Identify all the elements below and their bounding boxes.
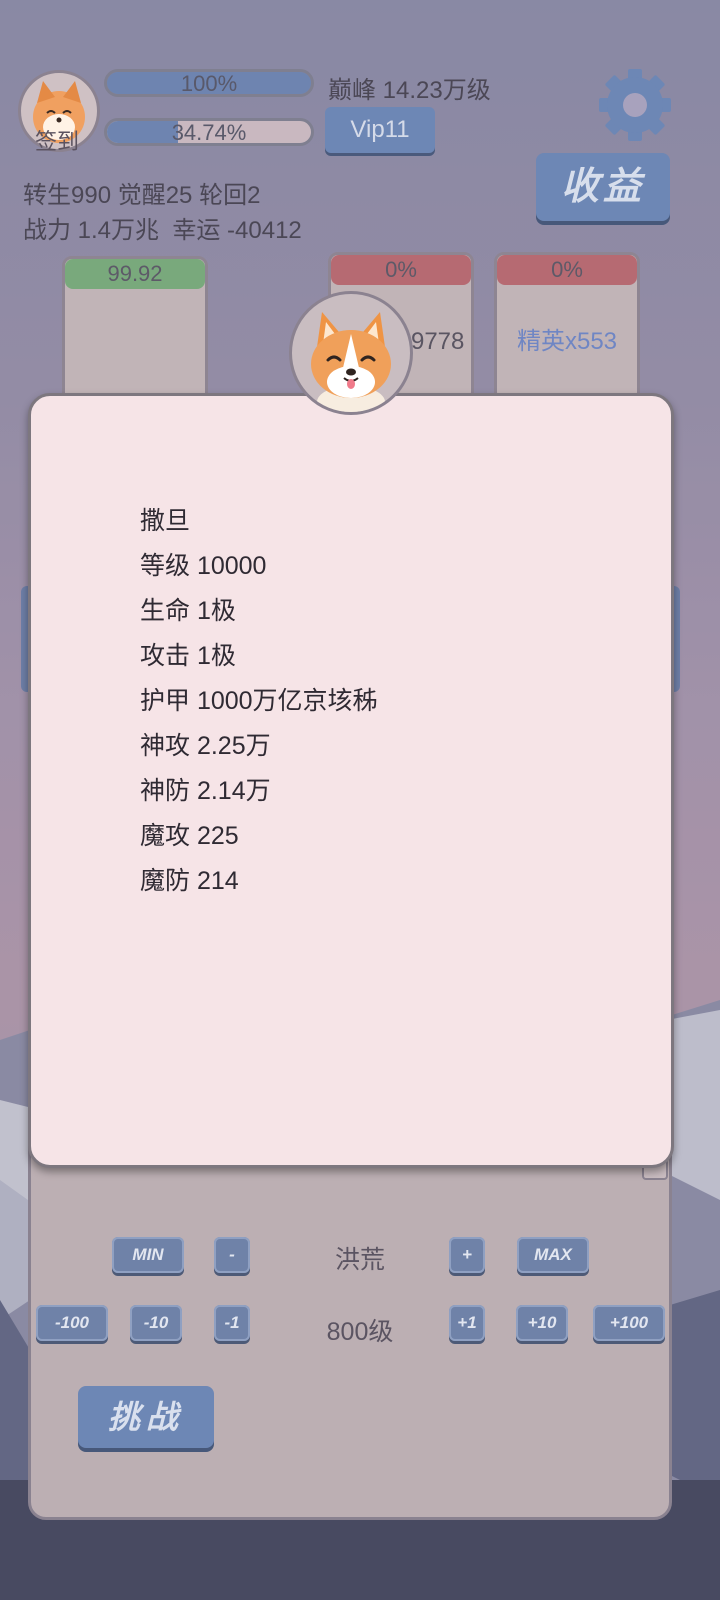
- challenge-button[interactable]: 挑战: [78, 1386, 214, 1448]
- exp-bar-text: 34.74%: [171, 120, 247, 145]
- plus10-button[interactable]: +10: [516, 1305, 568, 1341]
- monster-stat: 护甲 1000万亿京垓秭: [140, 687, 378, 715]
- power-luck-stats: 战力 1.4万兆 幸运 -40412: [23, 217, 302, 244]
- modal-avatar: [289, 291, 413, 415]
- plus-button[interactable]: +: [449, 1237, 485, 1273]
- plus1-button[interactable]: +1: [449, 1305, 485, 1341]
- plus100-button[interactable]: +100: [593, 1305, 665, 1341]
- monster-stat: 魔防 214: [140, 867, 239, 895]
- elite-count: 精英x553: [516, 328, 618, 355]
- signin-label[interactable]: 签到: [22, 124, 92, 156]
- monster-name: 撒旦: [140, 507, 191, 535]
- hp-bar-text: 100%: [180, 71, 238, 96]
- corgi-icon: [311, 312, 391, 412]
- minus100-button[interactable]: -100: [36, 1305, 108, 1341]
- minus1-button[interactable]: -1: [214, 1305, 250, 1341]
- income-button[interactable]: 收益: [536, 153, 670, 221]
- monster-stat: 攻击 1极: [140, 642, 236, 670]
- elite-card[interactable]: 0% 精英x553: [494, 252, 640, 402]
- max-button[interactable]: MAX: [517, 1237, 589, 1273]
- gear-icon: [599, 69, 671, 141]
- minion-card-bar: 0%: [331, 255, 471, 285]
- hp-bar: 100%: [104, 69, 314, 97]
- minus10-button[interactable]: -10: [130, 1305, 182, 1341]
- monster-stat: 魔攻 225: [140, 822, 239, 850]
- minus-button[interactable]: -: [214, 1237, 250, 1273]
- monster-info-modal: 撒旦 等级 10000 生命 1极 攻击 1极 护甲 1000万亿京垓秭 神攻 …: [28, 393, 674, 1168]
- stage-level: 800级: [326, 1318, 394, 1346]
- region-name: 洪荒: [334, 1246, 385, 1274]
- peak-level-text: 巅峰 14.23万级: [328, 77, 491, 104]
- exp-bar: 34.74%: [104, 118, 314, 146]
- settings-button[interactable]: [596, 66, 674, 144]
- monster-stat: 等级 10000: [140, 552, 267, 580]
- monster-stat: 神攻 2.25万: [140, 732, 271, 760]
- monster-stat: 生命 1极: [140, 597, 236, 625]
- min-button[interactable]: MIN: [112, 1237, 184, 1273]
- rebirth-stats: 转生990 觉醒25 轮回2: [23, 182, 261, 209]
- elite-card-bar: 0%: [497, 255, 637, 285]
- monster-stat-list: 撒旦 等级 10000 生命 1极 攻击 1极 护甲 1000万亿京垓秭 神攻 …: [140, 499, 378, 904]
- boss-card-bar: 99.92: [65, 259, 205, 289]
- monster-stat: 神防 2.14万: [140, 777, 271, 805]
- vip-button[interactable]: Vip11: [325, 107, 435, 153]
- boss-card[interactable]: 99.92: [62, 256, 208, 406]
